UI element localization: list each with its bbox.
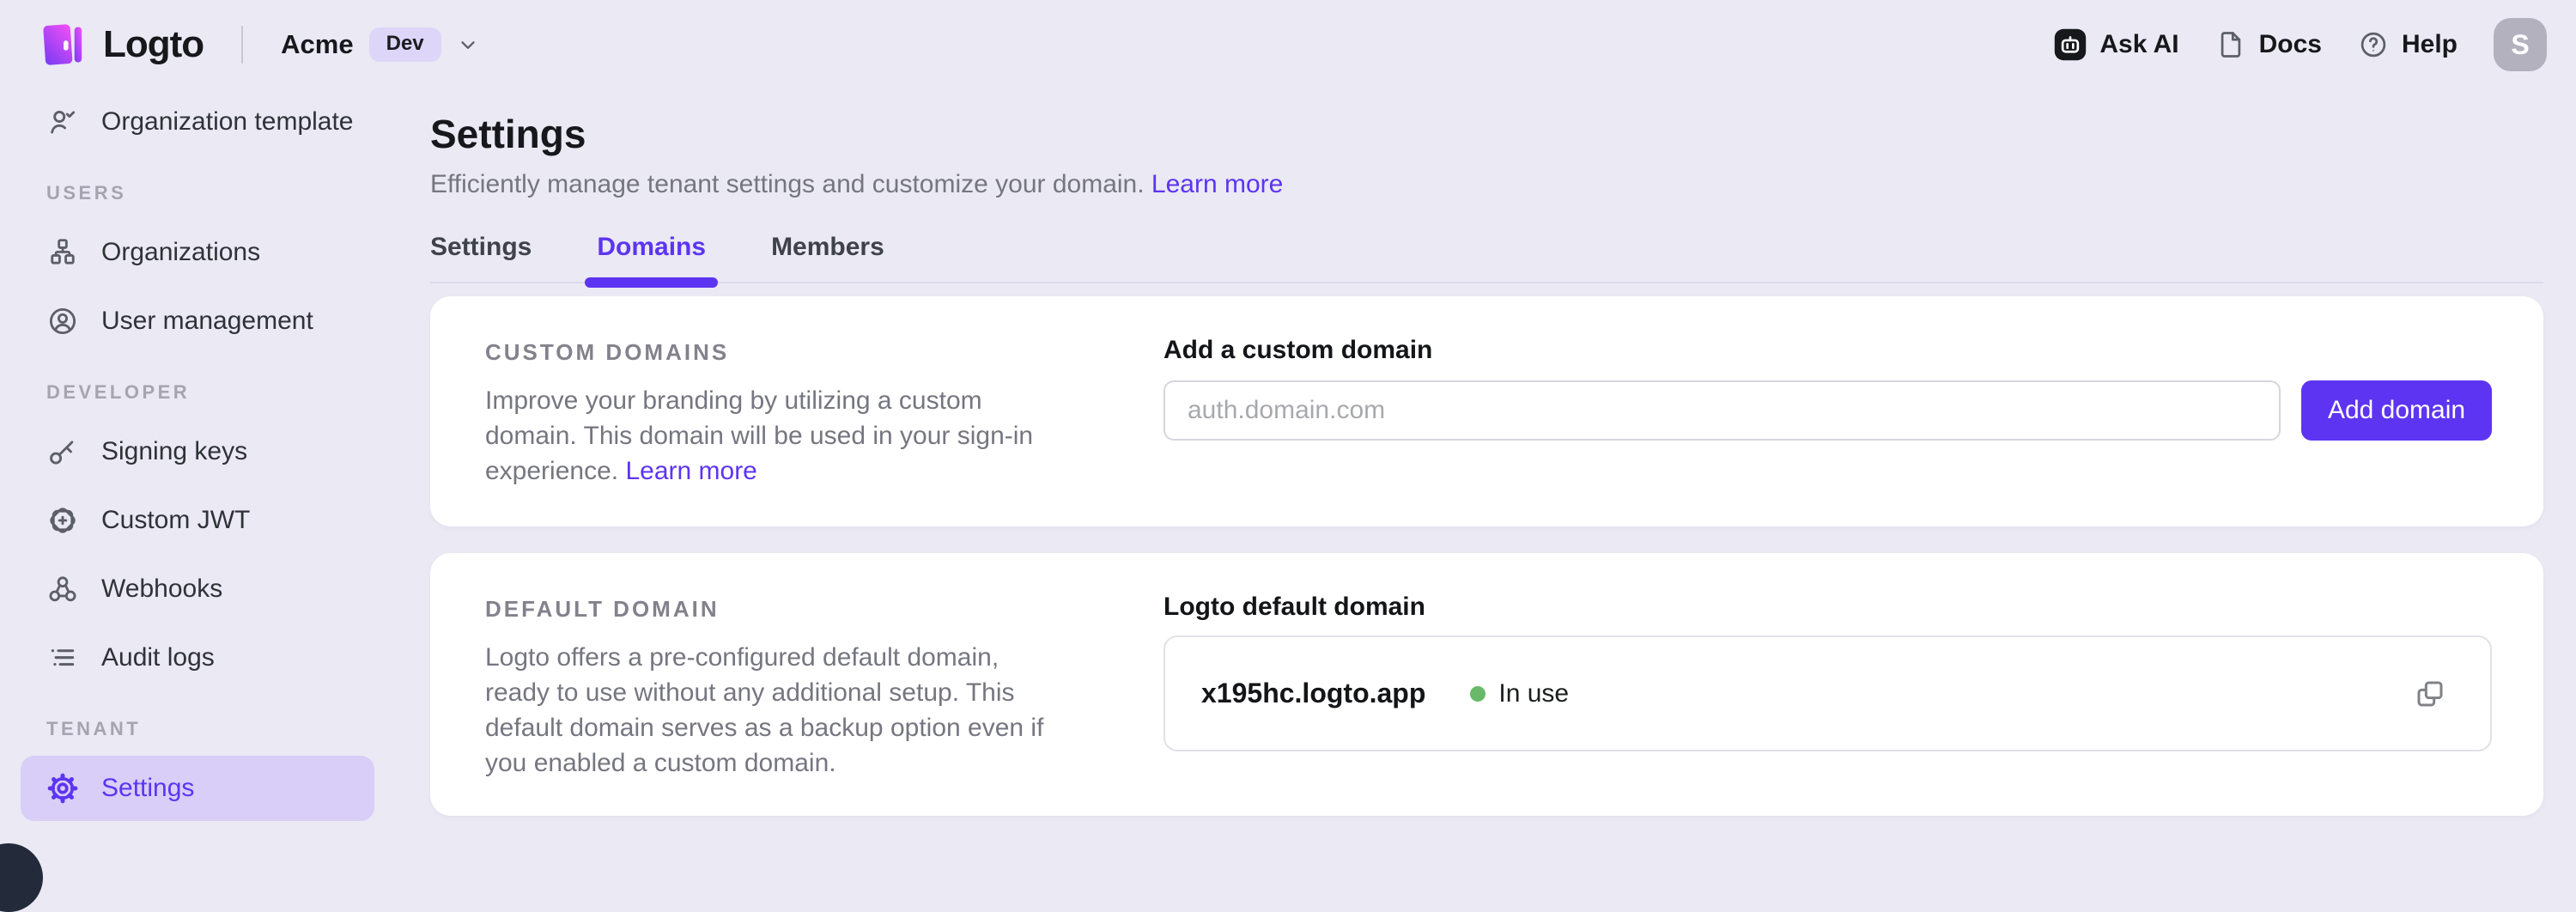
main-content: Settings Efficiently manage tenant setti… xyxy=(395,89,2576,859)
topbar-actions: Ask AI Docs Help S xyxy=(2054,18,2547,71)
sidebar-item-label: Organizations xyxy=(101,238,260,267)
tenant-env-badge: Dev xyxy=(369,27,441,62)
help-label: Help xyxy=(2402,30,2458,59)
tab-settings[interactable]: Settings xyxy=(430,230,532,264)
sidebar-item-label: Settings xyxy=(101,774,194,803)
badge-plus-icon xyxy=(46,504,79,537)
status-dot-icon xyxy=(1470,686,1485,702)
logto-logo[interactable]: Logto xyxy=(36,20,204,70)
sidebar-item-settings[interactable]: Settings xyxy=(21,756,374,821)
question-circle-icon xyxy=(2358,29,2389,60)
sidebar: Organization template USERS Organization… xyxy=(0,89,395,859)
custom-domains-section-label: CUSTOM DOMAINS xyxy=(485,339,1163,366)
ask-ai-button[interactable]: Ask AI xyxy=(2054,28,2178,61)
copy-domain-button[interactable] xyxy=(2413,677,2447,711)
default-domain-section-label: DEFAULT DOMAIN xyxy=(485,596,1163,623)
sidebar-section-users: USERS xyxy=(46,182,374,204)
user-circle-icon xyxy=(46,305,79,337)
hierarchy-icon xyxy=(46,236,79,269)
gear-icon xyxy=(46,772,79,805)
tenant-selector[interactable]: Acme Dev xyxy=(281,27,478,62)
custom-domains-learn-more-link[interactable]: Learn more xyxy=(625,457,756,485)
tenant-name: Acme xyxy=(281,29,353,60)
default-domain-value: x195hc.logto.app xyxy=(1201,678,1425,709)
copy-icon xyxy=(2413,677,2447,711)
sidebar-item-label: Audit logs xyxy=(101,643,215,672)
logto-logo-icon xyxy=(36,20,86,70)
custom-domains-card: CUSTOM DOMAINS Improve your branding by … xyxy=(430,296,2543,526)
page-subtitle: Efficiently manage tenant settings and c… xyxy=(430,168,2543,201)
tab-members[interactable]: Members xyxy=(771,230,884,264)
sidebar-item-custom-jwt[interactable]: Custom JWT xyxy=(21,488,374,553)
sidebar-item-organization-template[interactable]: Organization template xyxy=(21,89,374,155)
sidebar-item-signing-keys[interactable]: Signing keys xyxy=(21,419,374,484)
docs-button[interactable]: Docs xyxy=(2215,29,2322,60)
sidebar-section-tenant: TENANT xyxy=(46,718,374,740)
sidebar-item-webhooks[interactable]: Webhooks xyxy=(21,556,374,622)
brand-name: Logto xyxy=(103,23,204,66)
sidebar-item-label: User management xyxy=(101,307,313,336)
user-avatar[interactable]: S xyxy=(2494,18,2547,71)
status-label: In use xyxy=(1498,679,1569,708)
tab-domains[interactable]: Domains xyxy=(597,230,706,264)
custom-domains-description: Improve your branding by utilizing a cus… xyxy=(485,383,1052,489)
tab-bar: Settings Domains Members xyxy=(430,230,2543,283)
default-domain-description: Logto offers a pre-configured default do… xyxy=(485,640,1052,781)
ask-ai-label: Ask AI xyxy=(2099,30,2178,59)
add-custom-domain-label: Add a custom domain xyxy=(1163,336,2492,365)
docs-label: Docs xyxy=(2259,30,2322,59)
default-domain-row: x195hc.logto.app In use xyxy=(1163,635,2492,751)
custom-domain-input[interactable] xyxy=(1163,380,2281,441)
default-domain-card: DEFAULT DOMAIN Logto offers a pre-config… xyxy=(430,553,2543,816)
list-lines-icon xyxy=(46,641,79,674)
add-domain-button[interactable]: Add domain xyxy=(2301,380,2492,441)
default-domain-label: Logto default domain xyxy=(1163,593,2492,622)
topbar-divider xyxy=(241,26,243,64)
sidebar-section-developer: DEVELOPER xyxy=(46,381,374,404)
sidebar-item-label: Webhooks xyxy=(101,575,222,604)
sidebar-item-label: Custom JWT xyxy=(101,506,250,535)
chevron-down-icon xyxy=(457,33,479,56)
sidebar-item-user-management[interactable]: User management xyxy=(21,289,374,354)
sidebar-item-audit-logs[interactable]: Audit logs xyxy=(21,625,374,690)
person-check-icon xyxy=(46,106,79,138)
help-button[interactable]: Help xyxy=(2358,29,2458,60)
domain-status-badge: In use xyxy=(1470,679,1569,708)
subtitle-learn-more-link[interactable]: Learn more xyxy=(1151,170,1283,198)
ask-ai-robot-icon xyxy=(2054,28,2087,61)
page-title: Settings xyxy=(430,112,2543,156)
webhook-icon xyxy=(46,573,79,605)
avatar-initial: S xyxy=(2511,29,2529,61)
document-icon xyxy=(2215,29,2246,60)
sidebar-item-organizations[interactable]: Organizations xyxy=(21,220,374,285)
sidebar-item-label: Organization template xyxy=(101,107,354,137)
topbar: Logto Acme Dev Ask AI xyxy=(0,0,2576,89)
key-icon xyxy=(46,435,79,468)
sidebar-item-label: Signing keys xyxy=(101,437,247,466)
